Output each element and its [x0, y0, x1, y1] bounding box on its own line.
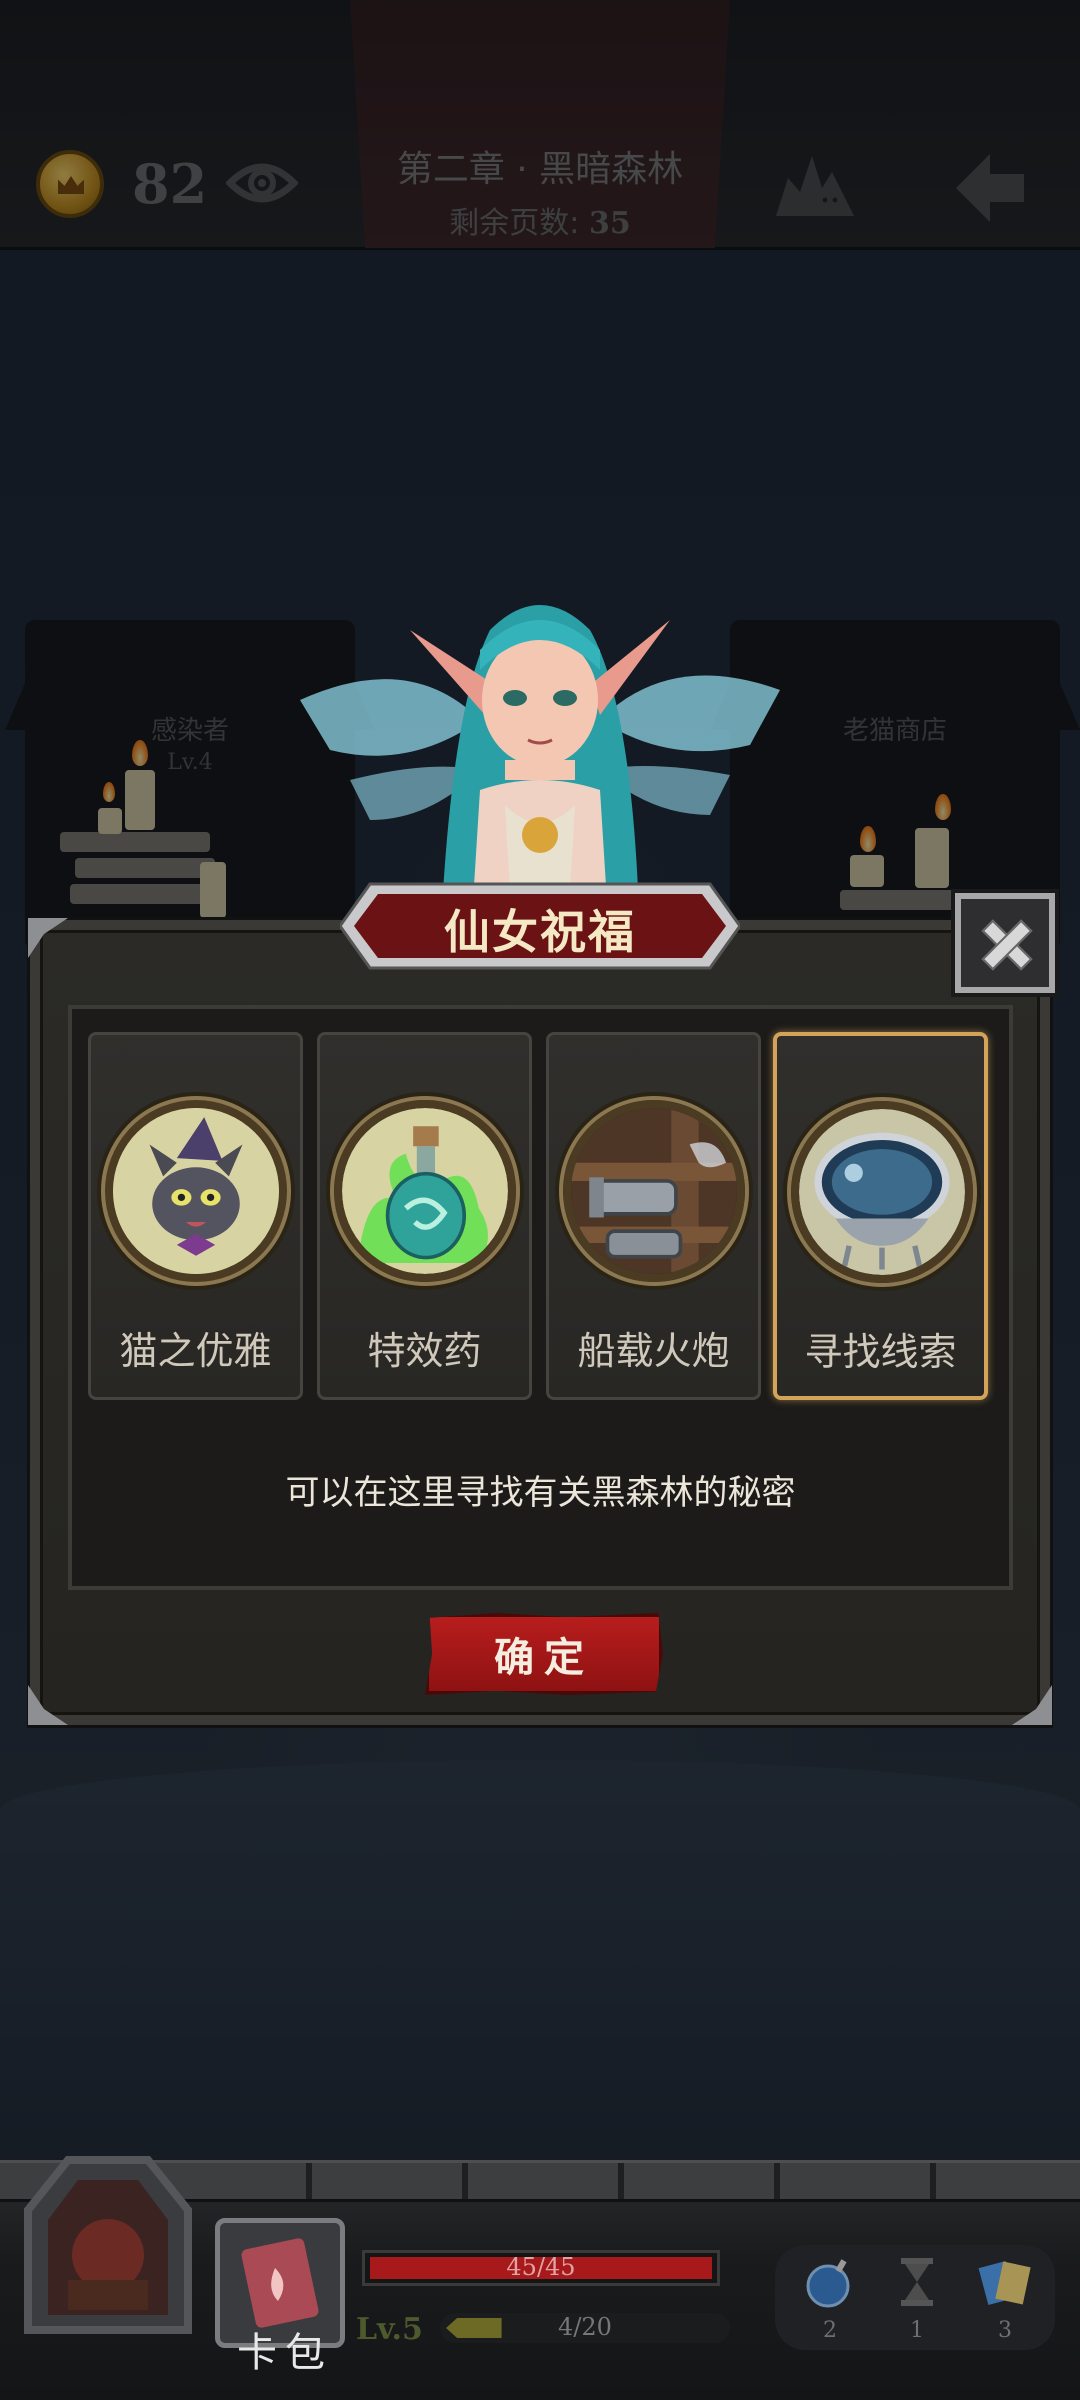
bomb-icon[interactable] [800, 2252, 860, 2312]
crystal-ball-icon [791, 1101, 973, 1283]
witch-cat-icon [105, 1100, 287, 1282]
close-button[interactable] [955, 893, 1055, 993]
hero-portrait-icon[interactable] [8, 2140, 208, 2340]
option-label: 特效药 [367, 1329, 482, 1373]
green-potion-icon [334, 1100, 516, 1282]
hourglass-icon[interactable] [887, 2252, 947, 2312]
ship-cannon-icon [563, 1100, 745, 1282]
option-label: 船载火炮 [577, 1329, 730, 1373]
option-label: 猫之优雅 [119, 1329, 272, 1373]
dialog-title: 仙女祝福 [444, 905, 636, 959]
cards-icon[interactable] [975, 2252, 1035, 2312]
option-find-clues[interactable]: 寻找线索 [773, 1032, 988, 1400]
option-cat-elegance[interactable]: 猫之优雅 [88, 1032, 303, 1400]
card-pack-label: 卡包 [237, 2330, 333, 2376]
option-ship-cannon[interactable]: 船载火炮 [546, 1032, 761, 1400]
option-description: 可以在这里寻找有关黑森林的秘密 [285, 1473, 796, 1513]
hourglass-count: 1 [910, 2318, 924, 2343]
hp-text: 45/45 [506, 2253, 576, 2281]
option-special-medicine[interactable]: 特效药 [317, 1032, 532, 1400]
xp-text: 4/20 [558, 2313, 612, 2341]
player-level: Lv.5 [356, 2312, 423, 2347]
confirm-button-label[interactable]: 确定 [425, 1625, 663, 1683]
option-label: 寻找线索 [804, 1330, 957, 1374]
bomb-count: 2 [823, 2318, 837, 2343]
cards-count: 3 [998, 2318, 1012, 2343]
